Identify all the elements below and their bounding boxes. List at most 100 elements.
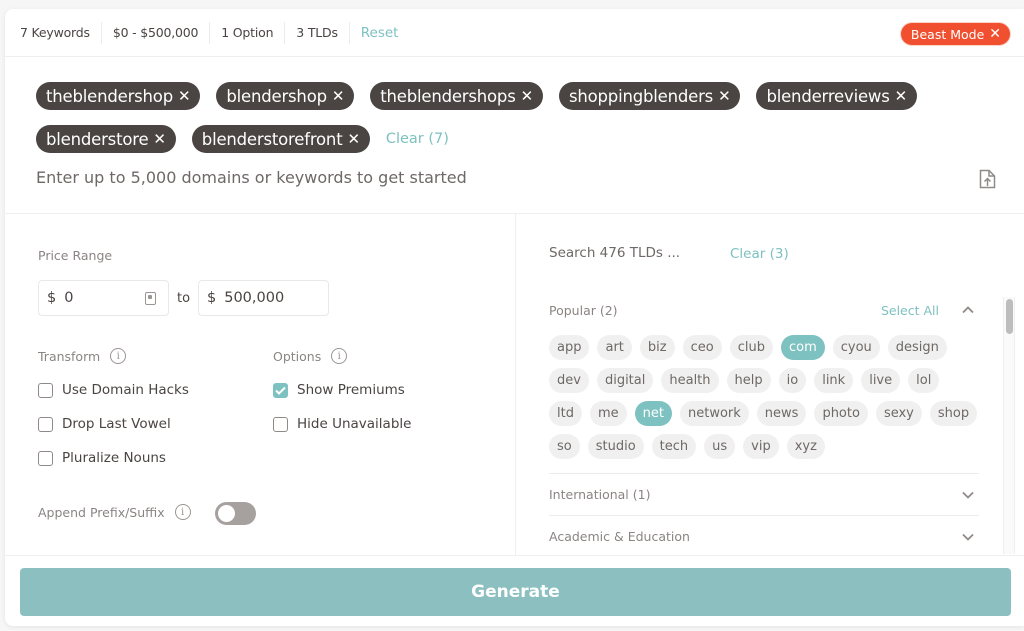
- tld-group-international-header[interactable]: International (1): [549, 474, 979, 515]
- checkbox-unchecked-icon[interactable]: [273, 416, 288, 432]
- tld-chip-me[interactable]: me: [589, 401, 627, 426]
- tld-group-popular-header[interactable]: Popular (2) Select All: [549, 289, 979, 331]
- tld-chip-lol[interactable]: lol: [908, 368, 940, 393]
- keyword-chip[interactable]: blenderreviews ✕: [756, 82, 917, 110]
- keyword-input[interactable]: [36, 168, 936, 187]
- info-icon[interactable]: i: [110, 348, 127, 364]
- tld-search-input[interactable]: [549, 245, 709, 261]
- checkbox-unchecked-icon[interactable]: [38, 382, 53, 398]
- options-label: Options: [273, 348, 322, 364]
- generate-button[interactable]: Generate: [20, 568, 1011, 616]
- tld-chip-vip[interactable]: vip: [743, 434, 779, 459]
- price-max-field[interactable]: $ 500,000: [198, 280, 329, 316]
- keyword-chip[interactable]: blenderstore ✕: [36, 125, 176, 153]
- keyword-chip[interactable]: blenderstorefront ✕: [191, 125, 370, 153]
- tld-chip-so[interactable]: so: [549, 434, 580, 459]
- tld-chip-photo[interactable]: photo: [814, 401, 868, 426]
- currency-symbol: $: [207, 290, 217, 306]
- beast-mode-badge[interactable]: Beast Mode ✕: [900, 23, 1010, 45]
- tld-scrollbar[interactable]: [1003, 297, 1015, 554]
- domain-generator-card: 7 Keywords $0 - $500,000 1 Option 3 TLDs…: [5, 9, 1024, 626]
- tld-chip-com[interactable]: com: [780, 335, 825, 360]
- chevron-down-icon[interactable]: [961, 530, 975, 544]
- price-min-value: 0: [64, 290, 74, 306]
- tld-clear-link[interactable]: Clear (3): [730, 246, 789, 262]
- chevron-up-icon[interactable]: [961, 303, 975, 317]
- remove-keyword-icon[interactable]: ✕: [347, 130, 360, 148]
- remove-keyword-icon[interactable]: ✕: [718, 87, 731, 105]
- keyword-chip-label: blenderreviews: [766, 86, 890, 106]
- checkbox-drop-last-vowel[interactable]: Drop Last Vowel: [38, 416, 171, 432]
- clear-keywords-link[interactable]: Clear (7): [386, 131, 449, 147]
- remove-keyword-icon[interactable]: ✕: [332, 87, 345, 105]
- tld-chip-io[interactable]: io: [778, 368, 807, 393]
- reset-link[interactable]: Reset: [350, 25, 399, 41]
- tld-chip-shop[interactable]: shop: [929, 401, 978, 426]
- summary-options[interactable]: 1 Option: [210, 21, 286, 44]
- tld-chip-news[interactable]: news: [756, 401, 807, 426]
- tld-chip-app[interactable]: app: [549, 335, 590, 360]
- scroll-thumb[interactable]: [1006, 299, 1013, 334]
- tld-chip-design[interactable]: design: [887, 335, 947, 360]
- keyword-chip-label: theblendershop: [46, 86, 173, 106]
- append-label: Append Prefix/Suffix: [38, 504, 165, 520]
- checkbox-unchecked-icon[interactable]: [38, 450, 53, 466]
- remove-keyword-icon[interactable]: ✕: [521, 87, 534, 105]
- tld-chip-tech[interactable]: tech: [651, 434, 697, 459]
- tld-chip-dev[interactable]: dev: [549, 368, 589, 393]
- tld-chip-ceo[interactable]: ceo: [682, 335, 722, 360]
- price-min-field[interactable]: $ 0: [38, 280, 169, 316]
- price-to-label: to: [177, 291, 191, 306]
- group-title: International (1): [549, 487, 651, 502]
- keyword-chip-label: blenderstorefront: [201, 129, 343, 149]
- chevron-down-icon[interactable]: [961, 488, 975, 502]
- keyword-chip[interactable]: blendershop ✕: [216, 82, 355, 110]
- select-all-link[interactable]: Select All: [881, 303, 939, 318]
- keyword-chip[interactable]: theblendershops ✕: [370, 82, 543, 110]
- summary-keywords[interactable]: 7 Keywords: [20, 21, 102, 44]
- keyword-chip-row: theblendershop ✕ blendershop ✕ theblendersho…: [36, 81, 996, 111]
- tld-chip-sexy[interactable]: sexy: [875, 401, 922, 426]
- summary-tlds[interactable]: 3 TLDs: [285, 21, 350, 44]
- checkbox-hide-unavailable[interactable]: Hide Unavailable: [273, 416, 411, 432]
- checkbox-pluralize-nouns[interactable]: Pluralize Nouns: [38, 450, 166, 466]
- tld-chip-health[interactable]: health: [661, 368, 719, 393]
- tld-chip-xyz[interactable]: xyz: [786, 434, 825, 459]
- filter-summary-bar: 7 Keywords $0 - $500,000 1 Option 3 TLDs…: [5, 9, 1024, 57]
- keyword-chip[interactable]: shoppingblenders ✕: [558, 82, 741, 110]
- checkbox-checked-icon[interactable]: [273, 382, 288, 398]
- info-icon[interactable]: i: [174, 504, 191, 520]
- remove-keyword-icon[interactable]: ✕: [178, 87, 191, 105]
- checkbox-use-domain-hacks[interactable]: Use Domain Hacks: [38, 382, 189, 398]
- toggle-knob: [218, 505, 235, 522]
- tld-chip-us[interactable]: us: [704, 434, 736, 459]
- tld-chip-biz[interactable]: biz: [639, 335, 675, 360]
- checkbox-label: Drop Last Vowel: [62, 416, 171, 432]
- tld-group-academic-header[interactable]: Academic & Education: [549, 516, 979, 555]
- tld-chip-live[interactable]: live: [861, 368, 901, 393]
- tld-chip-art[interactable]: art: [597, 335, 632, 360]
- tld-chip-link[interactable]: link: [814, 368, 854, 393]
- stepper-icon[interactable]: [145, 292, 156, 305]
- remove-keyword-icon[interactable]: ✕: [153, 130, 166, 148]
- checkbox-unchecked-icon[interactable]: [38, 416, 53, 432]
- append-prefix-suffix-toggle[interactable]: [215, 502, 256, 525]
- tld-group-list: Popular (2) Select All app art biz ceo club c…: [549, 289, 979, 555]
- close-icon[interactable]: ✕: [989, 26, 1001, 42]
- tld-chip-cyou[interactable]: cyou: [832, 335, 880, 360]
- tld-chip-ltd[interactable]: ltd: [549, 401, 582, 426]
- tld-chip-net[interactable]: net: [634, 401, 672, 426]
- tld-chip-network[interactable]: network: [679, 401, 749, 426]
- tld-chip-help[interactable]: help: [726, 368, 771, 393]
- keyword-chip[interactable]: theblendershop ✕: [36, 82, 201, 110]
- keyword-chip-row: blenderstore ✕ blenderstorefront ✕ Clear (7): [36, 124, 996, 154]
- checkbox-show-premiums[interactable]: Show Premiums: [273, 382, 405, 398]
- file-upload-icon[interactable]: [979, 169, 996, 189]
- info-icon[interactable]: i: [331, 348, 348, 364]
- tld-chip-club[interactable]: club: [729, 335, 773, 360]
- summary-price[interactable]: $0 - $500,000: [102, 21, 211, 44]
- tld-chip-studio[interactable]: studio: [587, 434, 644, 459]
- checkbox-label: Use Domain Hacks: [62, 382, 189, 398]
- remove-keyword-icon[interactable]: ✕: [895, 87, 908, 105]
- tld-chip-digital[interactable]: digital: [596, 368, 654, 393]
